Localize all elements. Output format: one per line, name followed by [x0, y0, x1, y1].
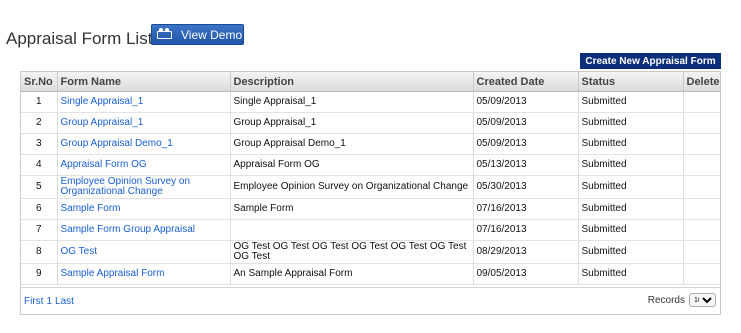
- cell-form-name-link[interactable]: Appraisal Form OG: [57, 154, 231, 176]
- cell-created-date: 05/09/2013: [473, 112, 579, 134]
- cell-sr-no: 6: [21, 198, 58, 220]
- pager-page-1-link[interactable]: 1: [46, 296, 52, 307]
- cell-form-name-link[interactable]: Group Appraisal_1: [57, 112, 231, 134]
- cell-form-name-link[interactable]: Single Appraisal_1: [57, 91, 231, 113]
- cell-status: Submitted: [578, 154, 684, 176]
- column-header-status[interactable]: Status: [578, 72, 684, 92]
- table-row: 4 Appraisal Form OG Appraisal Form OG 05/13…: [21, 154, 720, 176]
- table-row: 7 Sample Form Group Appraisal 07/16/2013 Su…: [21, 219, 720, 241]
- cell-description: Group Appraisal_1: [230, 112, 474, 134]
- cell-sr-no: 8: [21, 240, 58, 264]
- view-demo-label: View Demo: [181, 27, 243, 42]
- cell-delete[interactable]: [683, 133, 720, 155]
- page-title: Appraisal Form List: [6, 29, 153, 48]
- cell-status: Submitted: [578, 175, 684, 199]
- column-header-delete[interactable]: Delete: [683, 72, 720, 92]
- pager-last-link[interactable]: Last: [55, 296, 74, 307]
- table-row: 3 Group Appraisal Demo_1 Group Appraisal D…: [21, 133, 720, 155]
- cell-sr-no: 9: [21, 263, 58, 285]
- cell-delete[interactable]: [683, 91, 720, 113]
- cell-description: Appraisal Form OG: [230, 154, 474, 176]
- cell-description: Single Appraisal_1: [230, 91, 474, 113]
- column-header-description[interactable]: Description: [230, 72, 474, 92]
- cell-created-date: 07/16/2013: [473, 198, 579, 220]
- records-per-page: Records 10: [648, 293, 716, 307]
- cell-status: Submitted: [578, 263, 684, 285]
- cell-status: Submitted: [578, 112, 684, 134]
- cell-sr-no: 3: [21, 133, 58, 155]
- cell-form-name-link[interactable]: OG Test: [57, 240, 231, 264]
- view-demo-button[interactable]: View Demo: [151, 24, 244, 45]
- table-row: 6 Sample Form Sample Form 07/16/2013 Submitt…: [21, 198, 720, 220]
- cell-sr-no: 2: [21, 112, 58, 134]
- records-label: Records: [647, 294, 685, 306]
- cell-delete[interactable]: [683, 240, 720, 264]
- cell-description: Group Appraisal Demo_1: [230, 133, 474, 155]
- cell-delete[interactable]: [683, 219, 720, 241]
- cell-description: Employee Opinion Survey on Organizationa…: [230, 175, 474, 199]
- column-header-form-name[interactable]: Form Name: [57, 72, 231, 92]
- cell-status: Submitted: [578, 240, 684, 264]
- table-row: 5 Employee Opinion Survey on Organization…: [21, 175, 720, 199]
- cell-created-date: 05/30/2013: [473, 175, 579, 199]
- appraisal-form-table: Sr.No Form Name Description Created Date…: [21, 72, 720, 285]
- cell-status: Submitted: [578, 198, 684, 220]
- cell-sr-no: 4: [21, 154, 58, 176]
- cell-form-name-link[interactable]: Group Appraisal Demo_1: [57, 133, 231, 155]
- cell-form-name-link[interactable]: Sample Appraisal Form: [57, 263, 231, 285]
- table-header-row: Sr.No Form Name Description Created Date…: [21, 72, 720, 92]
- cell-created-date: 05/13/2013: [473, 154, 579, 176]
- cell-form-name-link[interactable]: Employee Opinion Survey on Organizationa…: [57, 175, 231, 199]
- video-camera-icon: [157, 27, 173, 41]
- cell-description: An Sample Appraisal Form: [230, 263, 474, 285]
- table-row: 8 OG Test OG Test OG Test OG Test OG Test …: [21, 240, 720, 264]
- cell-form-name-link[interactable]: Sample Form Group Appraisal: [57, 219, 231, 241]
- cell-status: Submitted: [578, 133, 684, 155]
- cell-delete[interactable]: [683, 112, 720, 134]
- cell-created-date: 05/09/2013: [473, 133, 579, 155]
- cell-description: [230, 219, 474, 241]
- pager: First 1 Last Records 10: [21, 287, 720, 314]
- cell-delete[interactable]: [683, 175, 720, 199]
- records-per-page-select[interactable]: 10: [689, 293, 716, 307]
- cell-delete[interactable]: [683, 263, 720, 285]
- cell-created-date: 09/05/2013: [473, 263, 579, 285]
- cell-description: OG Test OG Test OG Test OG Test OG Test …: [230, 240, 474, 264]
- column-header-sr-no[interactable]: Sr.No: [21, 72, 58, 92]
- cell-description: Sample Form: [230, 198, 474, 220]
- cell-form-name-link[interactable]: Sample Form: [57, 198, 231, 220]
- cell-created-date: 08/29/2013: [473, 240, 579, 264]
- cell-sr-no: 5: [21, 175, 58, 199]
- create-new-appraisal-form-button[interactable]: Create New Appraisal Form: [580, 53, 721, 69]
- cell-status: Submitted: [578, 91, 684, 113]
- cell-created-date: 07/16/2013: [473, 219, 579, 241]
- cell-status: Submitted: [578, 219, 684, 241]
- appraisal-form-grid: Sr.No Form Name Description Created Date…: [20, 71, 721, 315]
- cell-sr-no: 1: [21, 91, 58, 113]
- cell-created-date: 05/09/2013: [473, 91, 579, 113]
- cell-delete[interactable]: [683, 154, 720, 176]
- pager-first-link[interactable]: First: [24, 296, 43, 307]
- table-row: 9 Sample Appraisal Form An Sample Appraisa…: [21, 263, 720, 285]
- cell-sr-no: 7: [21, 219, 58, 241]
- column-header-created-date[interactable]: Created Date: [473, 72, 579, 92]
- cell-delete[interactable]: [683, 198, 720, 220]
- table-row: 2 Group Appraisal_1 Group Appraisal_1 05/09…: [21, 112, 720, 134]
- table-row: 1 Single Appraisal_1 Single Appraisal_1 05/…: [21, 91, 720, 113]
